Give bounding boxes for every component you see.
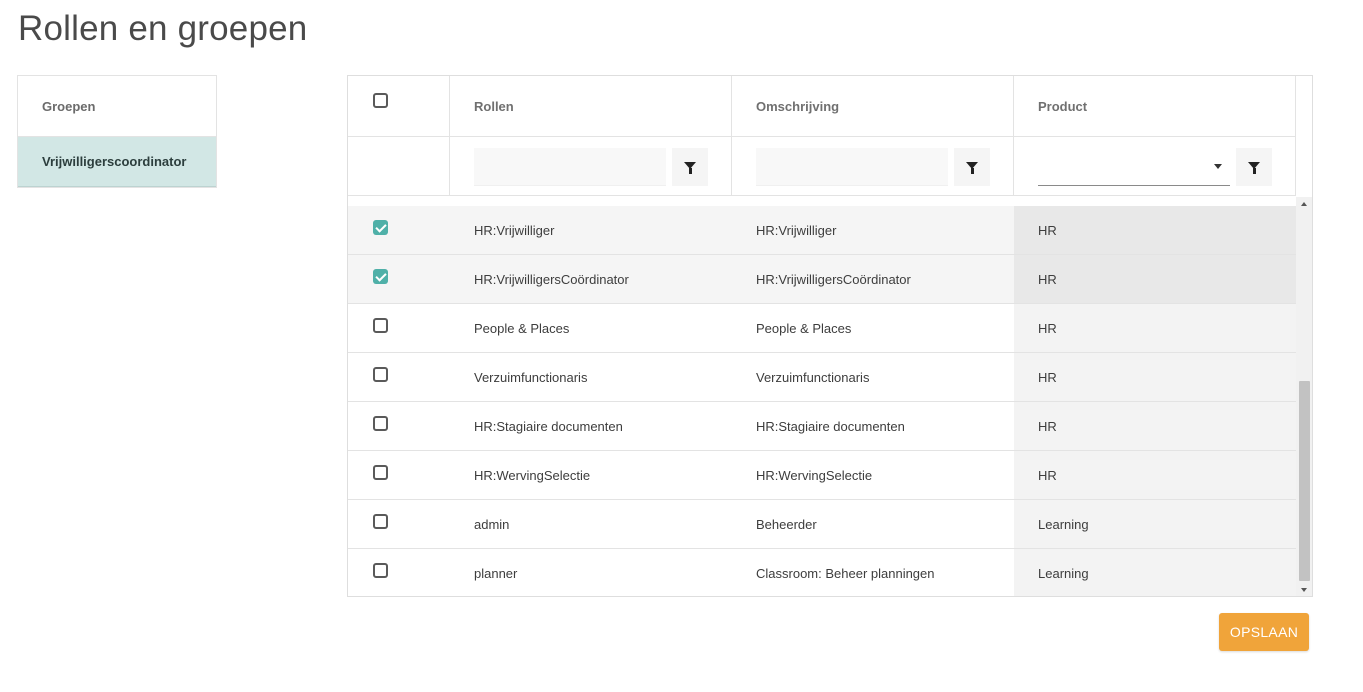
header-rollen[interactable]: Rollen [450,76,732,136]
scroll-up-arrow-icon[interactable] [1301,202,1307,206]
cell-rol: HR:VrijwilligersCoördinator [474,272,629,287]
row-checkbox[interactable] [373,416,388,431]
cell-omschrijving: Classroom: Beheer planningen [756,566,935,581]
filter-rollen-cell [450,137,732,195]
filter-icon [1248,162,1260,174]
table-scrollbar[interactable] [1296,197,1312,596]
cell-rol: admin [474,517,510,532]
groups-header: Groepen [18,76,216,137]
cell-product: HR [1014,451,1296,499]
header-product-label: Product [1038,99,1088,114]
page-title: Rollen en groepen [18,9,308,48]
cell-omschrijving: HR:Vrijwilliger [756,223,837,238]
cell-omschrijving: HR:Stagiaire documenten [756,419,905,434]
scroll-thumb[interactable] [1299,381,1310,581]
cell-product: HR [1014,353,1296,401]
cell-product: Learning [1014,549,1296,596]
filter-product-cell [1014,137,1296,195]
cell-rol: planner [474,566,518,581]
table-row[interactable]: HR:Stagiaire documenten HR:Stagiaire doc… [348,402,1296,451]
save-button[interactable]: OPSLAAN [1219,613,1309,651]
select-all-checkbox[interactable] [373,93,388,108]
table-row[interactable]: HR:VrijwilligersCoördinator HR:Vrijwilli… [348,255,1296,304]
cell-product: HR [1014,255,1296,303]
roles-table: Rollen Omschrijving Product HR:Vrijwilli… [347,75,1313,597]
cell-omschrijving: Beheerder [756,517,817,532]
table-row[interactable]: People & Places People & Places HR [348,304,1296,353]
header-check-cell [348,76,450,136]
cell-omschrijving: People & Places [756,321,852,336]
rollen-filter-button[interactable] [672,148,708,186]
row-checkbox[interactable] [373,465,388,480]
filter-check-cell [348,137,450,195]
cell-rol: HR:WervingSelectie [474,468,591,483]
table-body: HR:Vrijwilliger HR:Vrijwilliger HR HR:Vr… [348,197,1296,596]
row-checkbox[interactable] [373,318,388,333]
cell-rol: Verzuimfunctionaris [474,370,588,385]
cell-omschrijving: HR:WervingSelectie [756,468,873,483]
header-rollen-label: Rollen [474,99,514,114]
cell-product: HR [1014,206,1296,254]
row-checkbox[interactable] [373,514,388,529]
header-product[interactable]: Product [1014,76,1296,136]
group-item-vrijwilligerscoordinator[interactable]: Vrijwilligerscoordinator [18,137,216,187]
cell-product: Learning [1014,500,1296,548]
table-row[interactable]: HR:WervingSelectie HR:WervingSelectie HR [348,451,1296,500]
table-header-row: Rollen Omschrijving Product [348,76,1296,137]
header-omschrijving[interactable]: Omschrijving [732,76,1014,136]
table-row[interactable]: HR:Vrijwilliger HR:Vrijwilliger HR [348,206,1296,255]
filter-row [348,137,1296,196]
cell-rol: People & Places [474,321,570,336]
table-row[interactable]: planner Classroom: Beheer planningen Lea… [348,549,1296,596]
product-filter-select[interactable] [1038,148,1230,186]
header-omschrijving-label: Omschrijving [756,99,840,114]
cell-omschrijving: HR:VrijwilligersCoördinator [756,272,911,287]
row-checkbox[interactable] [373,367,388,382]
omschrijving-filter-button[interactable] [954,148,990,186]
row-checkbox[interactable] [373,269,388,284]
filter-omschrijving-cell [732,137,1014,195]
groups-panel: Groepen Vrijwilligerscoordinator [17,75,217,188]
cell-rol: HR:Vrijwilliger [474,223,555,238]
row-checkbox[interactable] [373,220,388,235]
cell-product: HR [1014,304,1296,352]
cell-omschrijving: Verzuimfunctionaris [756,370,870,385]
scroll-down-arrow-icon[interactable] [1301,588,1307,592]
filter-icon [684,162,696,174]
table-row[interactable]: Verzuimfunctionaris Verzuimfunctionaris … [348,353,1296,402]
product-filter-button[interactable] [1236,148,1272,186]
filter-icon [966,162,978,174]
cell-product: HR [1014,402,1296,450]
row-checkbox[interactable] [373,563,388,578]
cell-rol: HR:Stagiaire documenten [474,419,623,434]
caret-down-icon [1214,164,1222,169]
rollen-filter-input[interactable] [474,148,666,186]
table-row[interactable]: admin Beheerder Learning [348,500,1296,549]
omschrijving-filter-input[interactable] [756,148,948,186]
